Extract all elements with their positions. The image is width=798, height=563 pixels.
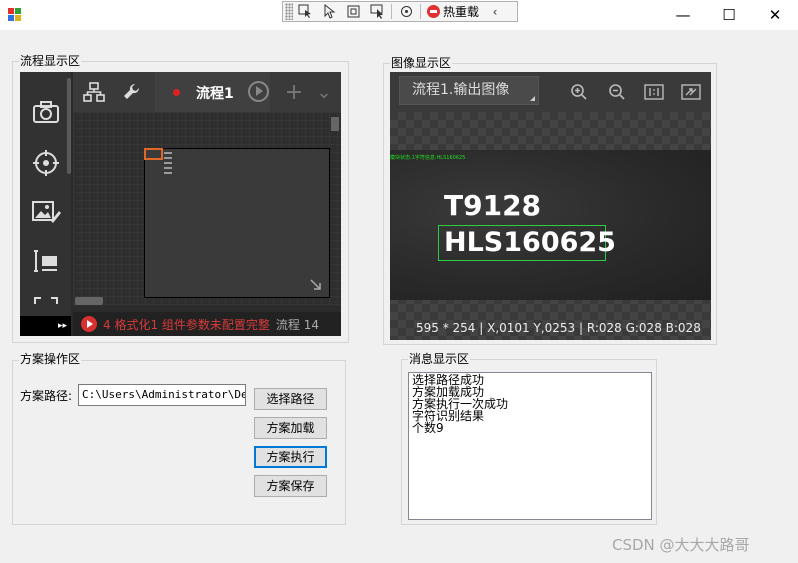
scheme-operation-title: 方案操作区 [19,352,82,367]
hot-reload-label: 热重载 [443,5,480,19]
camera-icon[interactable] [30,96,62,128]
flow-display-title: 流程显示区 [19,54,82,69]
wrench-icon[interactable] [113,72,151,112]
unsaved-indicator-icon [173,89,180,96]
zoom-out-icon[interactable] [606,81,628,103]
dropdown-corner-icon [530,96,535,101]
output-image-selector-value: 流程1.输出图像 [412,82,510,98]
resize-arrow-icon[interactable] [310,279,322,294]
recognized-text-line-2: HLS160625 [444,227,616,258]
toolbox-scrollbar[interactable] [67,78,71,174]
close-button[interactable]: ✕ [752,0,798,30]
canvas-horizontal-scrollbar[interactable] [75,297,103,305]
fit-to-window-icon[interactable] [680,81,702,103]
canvas-vertical-scrollbar[interactable] [331,117,339,131]
toolbar-separator [391,4,392,19]
pointer-icon[interactable] [317,2,341,21]
csdn-watermark: CSDN @大大大路哥 [612,536,750,554]
collapse-toolbar-icon[interactable]: ‹ [483,2,507,21]
tab-flow1[interactable]: 流程1 [155,72,270,112]
pixel-info-status-bar: 595 * 254 | X,0101 Y,0253 | R:028 G:028 … [416,321,701,335]
toolbar-grip-icon[interactable] [285,3,293,20]
message-list[interactable]: 选择路径成功 方案加载成功 方案执行一次成功 字符识别结果 个数9 [408,372,652,520]
title-bar: 热重载 ‹ — ☐ ✕ [0,0,798,30]
minimize-button[interactable]: — [660,0,706,30]
flow-tab-bar: 流程1 + ⌄ [73,72,341,112]
flow-node[interactable] [144,148,163,160]
debug-toolbar: 热重载 ‹ [282,1,518,22]
binding-failures-icon[interactable] [394,2,418,21]
save-scheme-button[interactable]: 方案保存 [254,475,327,497]
target-icon[interactable] [30,147,62,179]
flow-status-bar: 4 格式化1 组件参数未配置完整 流程 14 [73,312,341,336]
actual-size-icon[interactable] [643,81,665,103]
flow-toolbox-sidebar [20,72,71,316]
hot-reload-stop-icon [427,5,440,18]
scheme-path-input[interactable]: C:\Users\Administrator\Desk [78,384,246,406]
layout-adorner-icon[interactable] [341,2,365,21]
toolbar-separator [420,4,421,19]
hot-reload-button[interactable]: 热重载 [423,3,483,20]
list-item: 字符识别结果 [412,409,485,423]
scheme-path-label: 方案路径: [20,389,73,403]
error-play-icon[interactable] [81,316,97,332]
toolbox-expand-button[interactable]: ▸▸ [20,316,71,336]
execute-scheme-button[interactable]: 方案执行 [254,446,327,468]
flow-canvas[interactable] [73,112,341,306]
module-status-overlay: 模块状态:1字符信息:HLS160625 [390,155,466,161]
image-display-title: 图像显示区 [390,56,453,71]
output-image-selector[interactable]: 流程1.输出图像 [399,76,539,105]
flow-editor[interactable]: ▸▸ 流程1 + ⌄ 4 格式化1 组件参数未配置完整 流程 14 [20,72,341,336]
flow-structure-icon[interactable] [75,72,113,112]
tab-flow1-label: 流程1 [196,86,234,102]
track-focus-icon[interactable] [365,2,389,21]
flow-status-message: 4 格式化1 组件参数未配置完整 [103,317,270,332]
frame-icon[interactable] [30,292,62,316]
flow-dropdown-icon[interactable]: ⌄ [305,72,341,112]
image-viewer-toolbar: 流程1.输出图像 [390,72,711,112]
image-edit-icon[interactable] [30,196,62,228]
select-path-button[interactable]: 选择路径 [254,388,327,410]
zoom-in-icon[interactable] [568,81,590,103]
list-item: 个数9 [412,421,444,435]
flow-status-extra: 流程 14 [275,317,319,332]
node-handle-icon[interactable] [164,152,172,177]
load-scheme-button[interactable]: 方案加载 [254,417,327,439]
io-icon[interactable] [30,245,62,277]
message-display-title: 消息显示区 [408,352,471,367]
run-flow-icon[interactable] [248,81,269,102]
app-icon [8,8,22,22]
image-viewer[interactable]: 流程1.输出图像 模块状态:1字符信息:HLS160625 T9128 HLS1… [390,72,711,340]
select-element-icon[interactable] [293,2,317,21]
maximize-button[interactable]: ☐ [706,0,752,30]
recognized-text-line-1: T9128 [444,189,542,222]
